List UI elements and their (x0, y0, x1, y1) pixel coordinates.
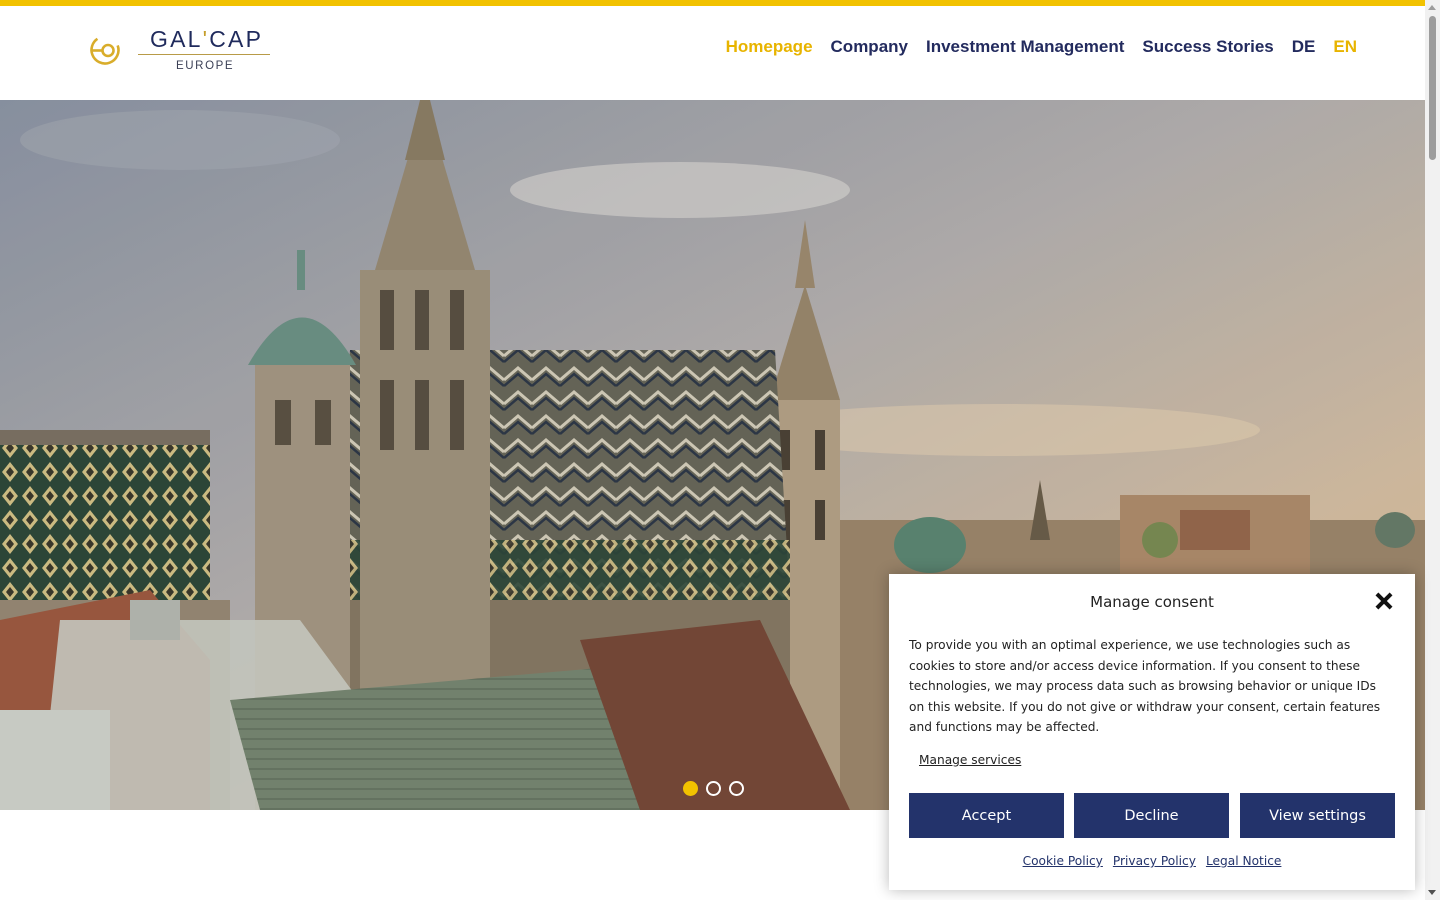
slider-dot-3[interactable] (729, 781, 744, 796)
view-settings-button[interactable]: View settings (1240, 793, 1395, 838)
language-switch-de[interactable]: DE (1292, 37, 1316, 57)
scroll-down-arrow-icon[interactable] (1428, 890, 1436, 895)
privacy-policy-link[interactable]: Privacy Policy (1113, 854, 1196, 868)
accept-button[interactable]: Accept (909, 793, 1064, 838)
scroll-up-arrow-icon[interactable] (1428, 5, 1436, 10)
close-icon[interactable] (1373, 590, 1395, 612)
decline-button[interactable]: Decline (1074, 793, 1229, 838)
scrollbar-thumb[interactable] (1429, 16, 1436, 160)
logo-mark-icon (90, 35, 120, 65)
consent-title: Manage consent (1090, 593, 1214, 611)
galcap-logo[interactable]: GAL'CAP EUROPE (88, 24, 278, 80)
cookie-consent-dialog: Manage consent To provide you with an op… (889, 574, 1415, 890)
nav-item-company[interactable]: Company (831, 37, 908, 57)
consent-body-text: To provide you with an optimal experienc… (909, 638, 1381, 734)
slider-dot-2[interactable] (706, 781, 721, 796)
slider-dot-1[interactable] (683, 781, 698, 796)
nav-item-success-stories[interactable]: Success Stories (1142, 37, 1273, 57)
slider-pagination (683, 781, 744, 796)
page-scrollbar[interactable] (1425, 0, 1440, 900)
language-switch-en[interactable]: EN (1333, 37, 1357, 57)
main-navigation: Homepage Company Investment Management S… (726, 37, 1357, 57)
manage-services-link[interactable]: Manage services (919, 753, 1021, 767)
nav-item-investment-management[interactable]: Investment Management (926, 37, 1124, 57)
policy-links: Cookie Policy Privacy Policy Legal Notic… (889, 854, 1415, 868)
legal-notice-link[interactable]: Legal Notice (1206, 854, 1281, 868)
cookie-policy-link[interactable]: Cookie Policy (1023, 854, 1103, 868)
logo-wordmark: GAL'CAP (150, 26, 264, 52)
logo-divider (138, 54, 270, 55)
site-header: GAL'CAP EUROPE Homepage Company Investme… (0, 6, 1425, 100)
logo-subtitle: EUROPE (176, 60, 235, 72)
nav-item-homepage[interactable]: Homepage (726, 37, 813, 57)
